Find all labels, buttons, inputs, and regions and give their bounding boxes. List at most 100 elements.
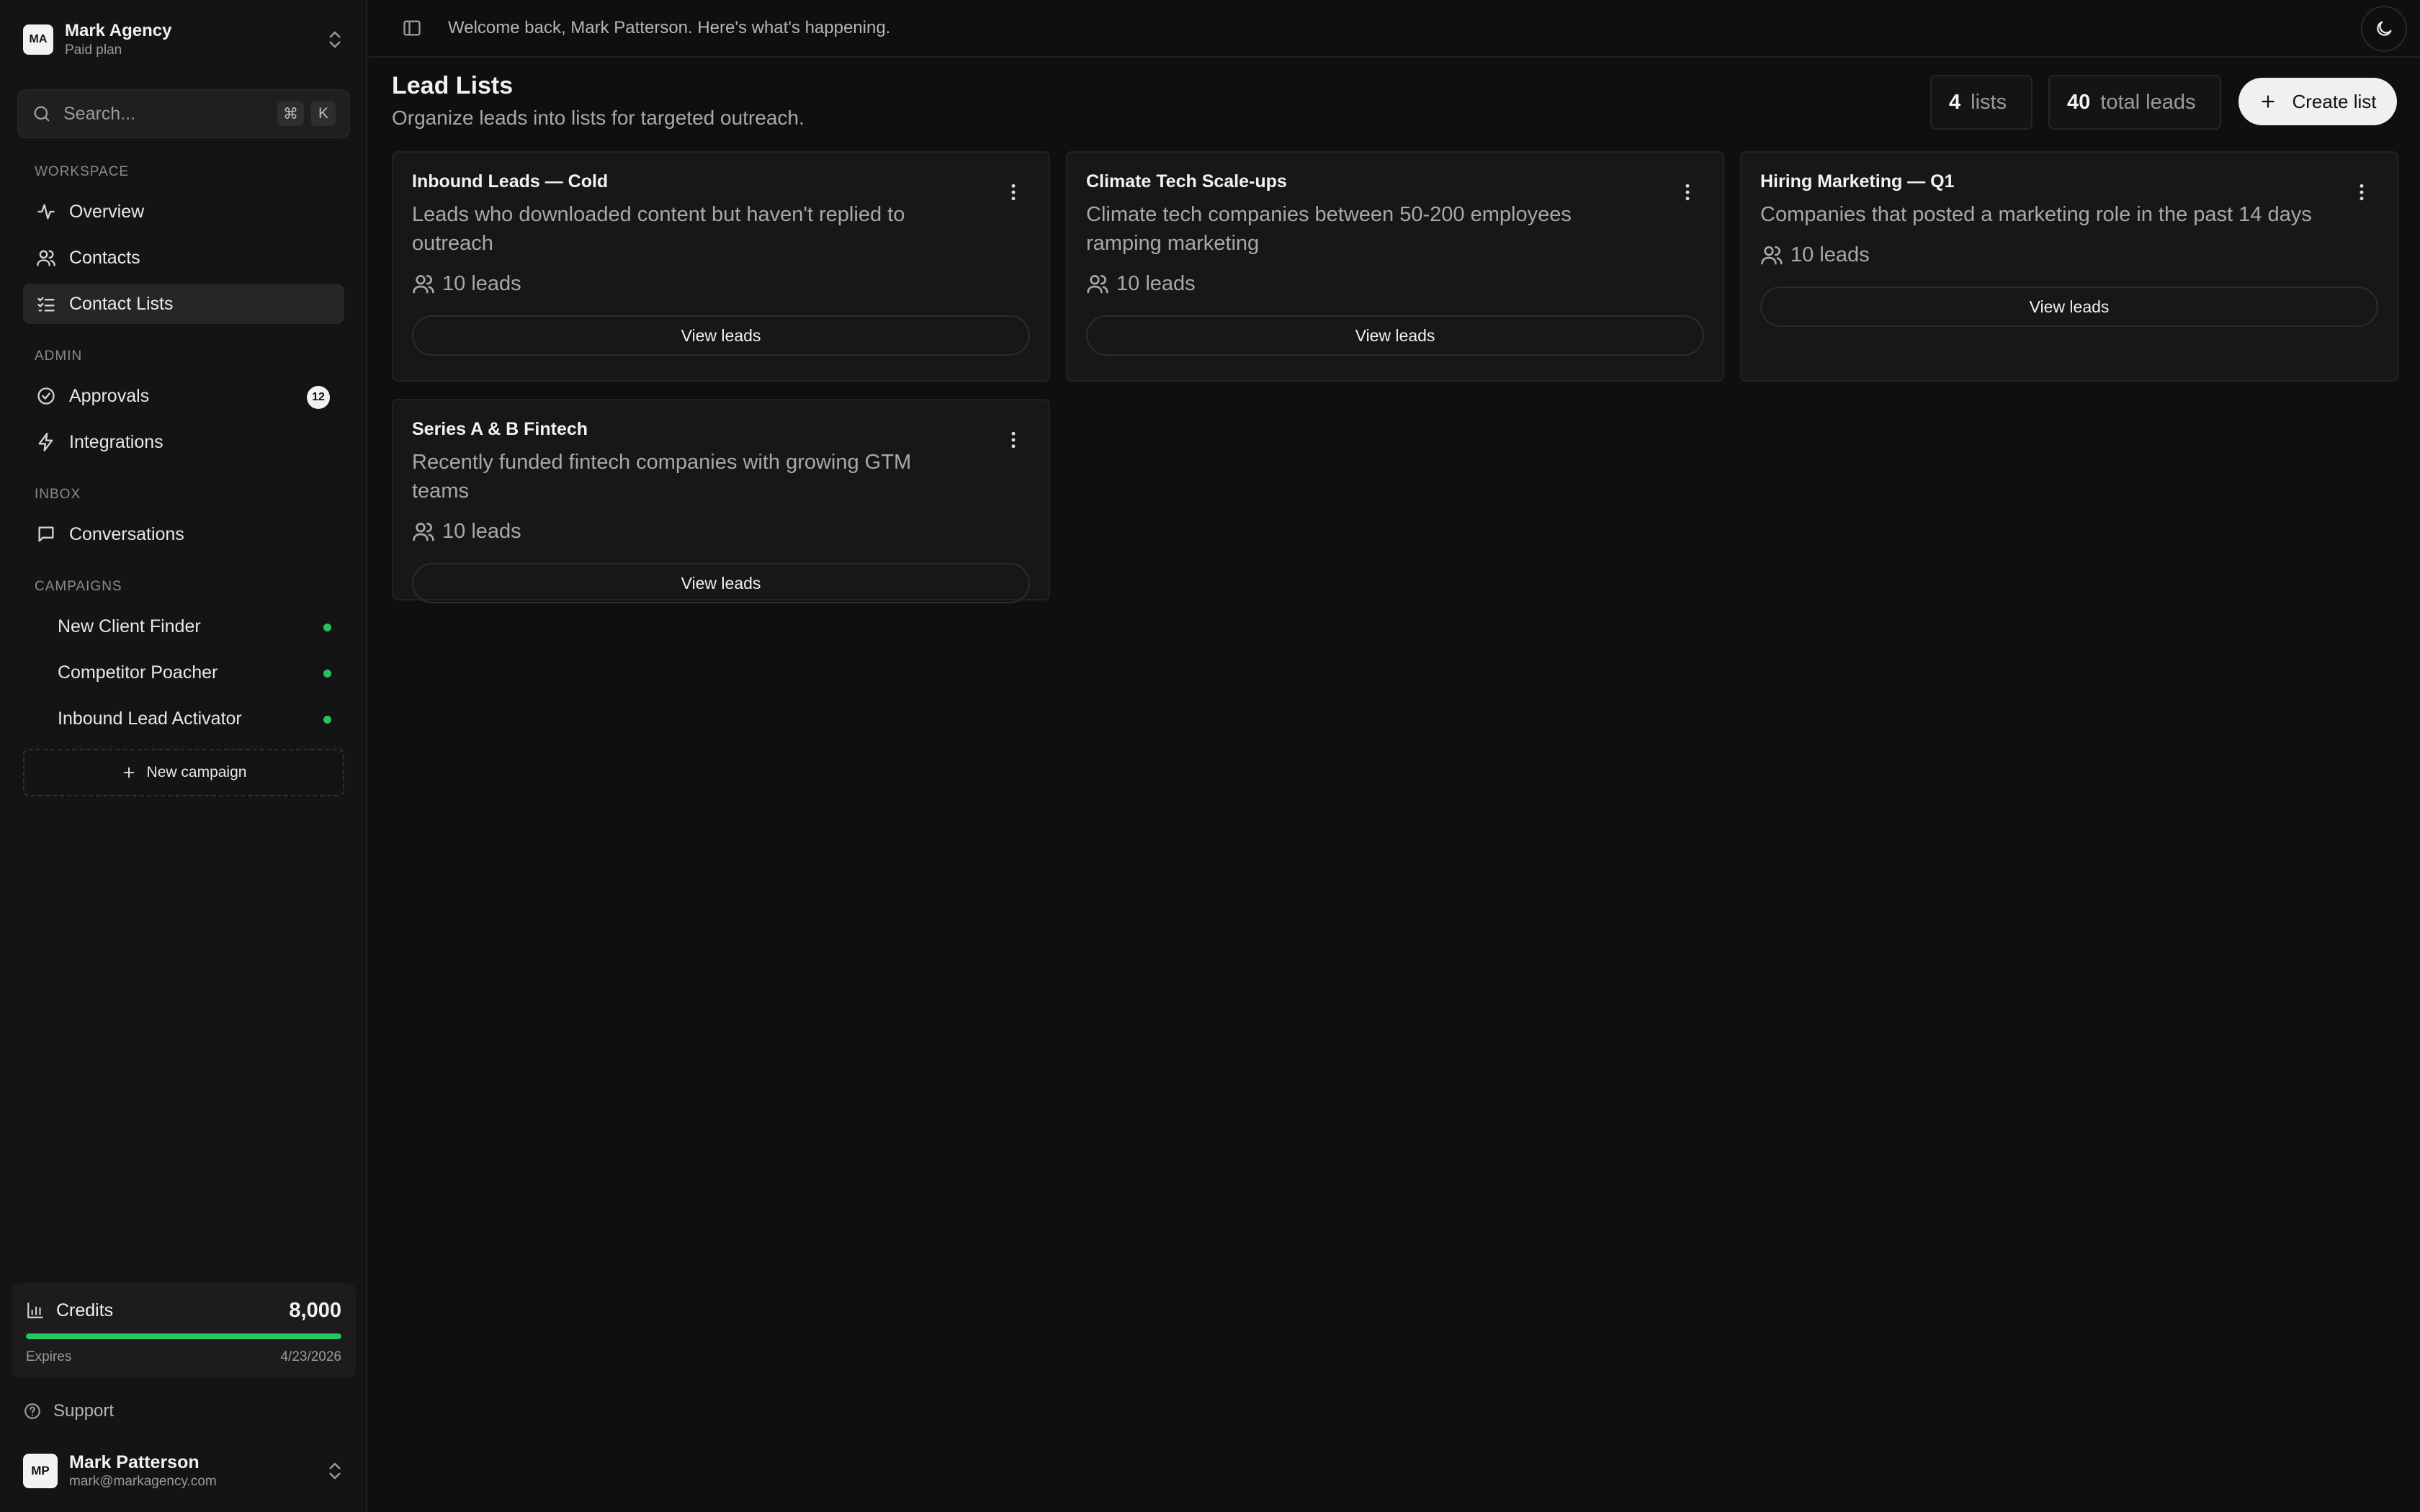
- search-placeholder: Search...: [63, 103, 136, 124]
- campaign-label: Inbound Lead Activator: [58, 708, 242, 729]
- sidebar-item-integrations[interactable]: Integrations: [23, 422, 344, 462]
- theme-toggle-button[interactable]: [2361, 6, 2407, 52]
- avatar: MP: [23, 1454, 58, 1488]
- message-square-icon: [38, 526, 54, 542]
- list-card-count-label: 10 leads: [1791, 243, 1870, 266]
- view-leads-button[interactable]: View leads: [1760, 287, 2378, 327]
- search-input[interactable]: Search... ⌘ K: [17, 89, 350, 138]
- create-list-button[interactable]: Create list: [2238, 78, 2397, 125]
- sidebar-item-label: Contact Lists: [69, 293, 174, 314]
- team-plan: Paid plan: [65, 42, 122, 58]
- list-card-title: Climate Tech Scale-ups: [1086, 171, 1287, 192]
- support-link[interactable]: Support: [23, 1397, 114, 1426]
- sidebar-item-label: Overview: [69, 201, 145, 222]
- more-vertical-icon[interactable]: [2351, 181, 2372, 203]
- sidebar-item-conversations[interactable]: Conversations: [23, 514, 344, 554]
- list-card-description: Leads who downloaded content but haven't…: [412, 203, 905, 255]
- page-subtitle: Organize leads into lists for targeted o…: [392, 107, 805, 129]
- section-label-campaigns: CAMPAIGNS: [35, 579, 122, 594]
- sidebar-item-label: Integrations: [69, 431, 163, 452]
- list-card: Hiring Marketing — Q1 Companies that pos…: [1740, 151, 2398, 382]
- section-label-inbox: INBOX: [35, 487, 81, 502]
- sidebar: MA Mark Agency Paid plan Search... ⌘ K W…: [0, 0, 367, 1512]
- more-vertical-icon[interactable]: [1677, 181, 1698, 203]
- view-leads-button[interactable]: View leads: [412, 563, 1030, 603]
- team-switcher[interactable]: MA Mark Agency Paid plan: [23, 17, 346, 62]
- plus-icon: [123, 767, 134, 778]
- section-label-workspace: WORKSPACE: [35, 164, 130, 179]
- sidebar-item-label: Conversations: [69, 523, 184, 544]
- list-card: Climate Tech Scale-ups Climate tech comp…: [1066, 151, 1724, 382]
- sidebar-item-contact-lists[interactable]: Contact Lists: [23, 284, 344, 324]
- list-card-description: Recently funded fintech companies with g…: [412, 451, 912, 503]
- campaign-item-new-client-finder[interactable]: New Client Finder: [23, 606, 344, 647]
- campaign-item-competitor-poacher[interactable]: Competitor Poacher: [23, 652, 344, 693]
- list-card: Series A & B Fintech Recently funded fin…: [392, 399, 1050, 603]
- campaign-status-dot: [323, 716, 331, 724]
- lists-count-value: 4: [1949, 90, 1961, 114]
- sidebar-item-approvals[interactable]: Approvals 12: [23, 376, 344, 416]
- credits-progress-fill: [26, 1333, 341, 1339]
- create-list-label: Create list: [2292, 90, 2377, 112]
- team-logo: MA: [23, 24, 53, 55]
- user-name: Mark Patterson: [69, 1452, 200, 1472]
- search-icon: [34, 106, 50, 122]
- user-menu[interactable]: MP Mark Patterson mark@markagency.com: [23, 1449, 346, 1493]
- list-card-count: 10 leads: [1086, 269, 1704, 298]
- sidebar-item-contacts[interactable]: Contacts: [23, 238, 344, 278]
- chevrons-up-down-icon: [329, 1462, 341, 1480]
- list-card-count-label: 10 leads: [442, 271, 521, 295]
- chevrons-up-down-icon: [329, 31, 341, 48]
- users-icon: [1761, 246, 1783, 265]
- list-card-count: 10 leads: [1760, 240, 2378, 269]
- list-card-count: 10 leads: [412, 517, 1030, 546]
- activity-icon: [37, 204, 55, 220]
- shortcut-k-key: K: [311, 102, 336, 126]
- users-icon: [37, 250, 55, 266]
- sidebar-item-overview[interactable]: Overview: [23, 192, 344, 232]
- lists-count-label: lists: [1971, 90, 2007, 114]
- list-card: Inbound Leads — Cold Leads who downloade…: [392, 151, 1050, 382]
- section-label-admin: ADMIN: [35, 348, 83, 364]
- view-leads-button[interactable]: View leads: [1086, 315, 1704, 356]
- sidebar-item-label: Contacts: [69, 247, 140, 268]
- more-vertical-icon[interactable]: [1003, 181, 1024, 203]
- credits-panel: Credits 8,000 Expires 4/23/2026: [12, 1283, 356, 1378]
- list-card-title: Hiring Marketing — Q1: [1760, 171, 1955, 192]
- list-card-description: Companies that posted a marketing role i…: [1760, 203, 2312, 226]
- plus-icon: [2262, 95, 2275, 108]
- moon-icon: [2377, 21, 2392, 36]
- view-leads-button[interactable]: View leads: [412, 315, 1030, 356]
- users-icon: [413, 523, 434, 541]
- campaign-status-dot: [323, 670, 331, 678]
- lists-count-stat: 4 lists: [1930, 75, 2033, 130]
- campaign-label: New Client Finder: [58, 616, 201, 636]
- list-card-description: Climate tech companies between 50-200 em…: [1086, 203, 1572, 255]
- list-card-count-label: 10 leads: [1116, 271, 1196, 295]
- approvals-count-badge: 12: [307, 386, 330, 409]
- list-card-count-label: 10 leads: [442, 519, 521, 543]
- user-email: mark@markagency.com: [69, 1474, 217, 1489]
- list-card-title: Series A & B Fintech: [412, 419, 588, 439]
- more-vertical-icon[interactable]: [1003, 429, 1024, 451]
- team-name: Mark Agency: [65, 21, 172, 40]
- credits-label: Credits: [56, 1300, 114, 1320]
- credits-progress-bar: [26, 1333, 341, 1339]
- top-bar: Welcome back, Mark Patterson. Here's wha…: [369, 0, 2420, 58]
- credits-expires-date: 4/23/2026: [280, 1349, 341, 1364]
- help-circle-icon: [24, 1403, 40, 1419]
- total-leads-value: 40: [2067, 90, 2091, 114]
- campaign-label: Competitor Poacher: [58, 662, 218, 683]
- new-campaign-label: New campaign: [146, 764, 247, 780]
- sidebar-toggle-icon[interactable]: [402, 18, 422, 38]
- sidebar-item-label: Approvals: [69, 385, 150, 406]
- users-icon: [413, 275, 434, 294]
- credits-value: 8,000: [289, 1298, 341, 1322]
- users-icon: [1087, 275, 1108, 294]
- support-label: Support: [53, 1401, 115, 1421]
- campaign-item-inbound-lead-activator[interactable]: Inbound Lead Activator: [23, 698, 344, 739]
- page-title: Lead Lists: [392, 72, 514, 99]
- list-checks-icon: [37, 297, 55, 312]
- new-campaign-button[interactable]: New campaign: [23, 749, 344, 796]
- list-card-count: 10 leads: [412, 269, 1030, 298]
